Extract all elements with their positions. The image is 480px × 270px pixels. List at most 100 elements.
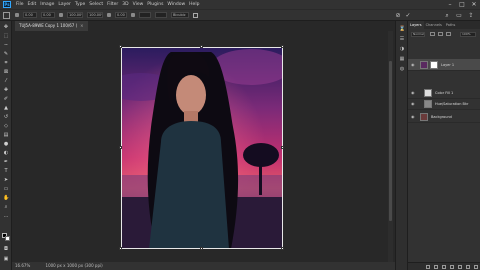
close-window-button[interactable]: ✕ xyxy=(468,0,480,9)
hand-tool-icon[interactable]: ✋ xyxy=(3,196,9,201)
pen-tool-icon[interactable]: ✒ xyxy=(3,160,9,165)
link-layers-icon[interactable] xyxy=(426,265,430,269)
rotation-field[interactable]: 0.00 xyxy=(115,12,127,18)
visibility-eye-icon[interactable]: ◉ xyxy=(411,63,416,67)
vertical-scrollbar[interactable] xyxy=(388,31,393,262)
transform-bounding-box[interactable] xyxy=(121,47,283,249)
v-skew-field[interactable] xyxy=(155,12,167,18)
blur-tool-icon[interactable]: ● xyxy=(3,142,9,147)
warp-toggle-icon[interactable] xyxy=(193,12,198,18)
filter-adjust-icon[interactable] xyxy=(438,32,443,36)
zoom-tool-icon[interactable]: ⌕ xyxy=(3,205,9,210)
tab-channels[interactable]: Channels xyxy=(424,21,444,29)
h-skew-field[interactable] xyxy=(139,12,151,18)
screen-mode-icon[interactable]: ▣ xyxy=(3,257,9,262)
transform-handle-l[interactable] xyxy=(119,146,122,149)
move-tool-icon[interactable] xyxy=(3,11,10,19)
canvas-workspace[interactable] xyxy=(12,31,395,262)
maximize-button[interactable]: □ xyxy=(456,0,468,9)
menu-window[interactable]: Window xyxy=(167,2,185,7)
filter-type-icon[interactable] xyxy=(446,32,451,36)
cancel-transform-icon[interactable]: ⊘ xyxy=(395,13,401,19)
layer-row[interactable]: ◉ Layer 1 xyxy=(408,59,480,71)
layer-name[interactable]: Hue/Saturation Bkr xyxy=(435,98,468,110)
color-panel-icon[interactable]: ◍ xyxy=(399,67,405,72)
transform-handle-br[interactable] xyxy=(281,247,284,250)
skew-icon[interactable] xyxy=(131,13,135,17)
stamp-tool-icon[interactable]: ▲ xyxy=(3,106,9,111)
menu-view[interactable]: View xyxy=(133,2,144,7)
eyedropper-tool-icon[interactable]: ⁄ xyxy=(3,79,9,84)
layer-style-icon[interactable] xyxy=(434,265,438,269)
marquee-tool-icon[interactable]: ⬚ xyxy=(3,34,9,39)
adjustments-panel-icon[interactable]: ◑ xyxy=(399,47,405,52)
menu-select[interactable]: Select xyxy=(89,2,103,7)
layer-name[interactable]: Background xyxy=(431,111,452,123)
menu-help[interactable]: Help xyxy=(189,2,199,7)
quick-select-tool-icon[interactable]: ✎ xyxy=(3,52,9,57)
transform-handle-tr[interactable] xyxy=(281,45,284,48)
brush-tool-icon[interactable]: ✐ xyxy=(3,97,9,102)
history-panel-icon[interactable]: ⌛ xyxy=(399,27,405,32)
commit-transform-icon[interactable]: ✓ xyxy=(405,13,411,19)
frame-tool-icon[interactable]: ⊠ xyxy=(3,70,9,75)
new-group-icon[interactable] xyxy=(458,265,462,269)
menu-filter[interactable]: Filter xyxy=(107,2,118,7)
x-position-field[interactable]: 0.00 xyxy=(23,12,37,18)
rotate-icon[interactable] xyxy=(107,13,111,17)
visibility-eye-icon[interactable]: ◉ xyxy=(411,115,416,119)
tab-layers[interactable]: Layers xyxy=(408,21,424,29)
lasso-tool-icon[interactable]: ∽ xyxy=(3,43,9,48)
delete-layer-icon[interactable] xyxy=(474,265,478,269)
tab-paths[interactable]: Paths xyxy=(444,21,458,29)
properties-panel-icon[interactable]: ☰ xyxy=(399,37,405,42)
layer-name[interactable]: Layer 1 xyxy=(441,59,454,71)
background-color-swatch[interactable] xyxy=(5,236,10,241)
type-tool-icon[interactable]: T xyxy=(3,169,9,174)
workspace-icon[interactable]: ▭ xyxy=(456,13,462,19)
reference-point-icon[interactable] xyxy=(15,13,19,17)
blend-mode-select[interactable]: Normal xyxy=(411,32,425,37)
document-tab[interactable]: TUJ5A-89WE Copy 1 100/67 (× xyxy=(15,21,88,31)
new-layer-icon[interactable] xyxy=(466,265,470,269)
transform-handle-bl[interactable] xyxy=(119,247,122,250)
move-tool-icon[interactable]: ✥ xyxy=(3,25,9,30)
menu-image[interactable]: Image xyxy=(40,2,54,7)
menu-file[interactable]: File xyxy=(16,2,24,7)
link-icon[interactable] xyxy=(59,13,63,17)
dodge-tool-icon[interactable]: ◐ xyxy=(3,151,9,156)
path-select-tool-icon[interactable]: ➤ xyxy=(3,178,9,183)
zoom-level[interactable]: 16.67% xyxy=(15,263,30,268)
crop-tool-icon[interactable]: ⌗ xyxy=(3,61,9,66)
height-field[interactable]: 100.00% xyxy=(87,12,103,18)
share-icon[interactable]: ⇪ xyxy=(468,13,474,19)
menu-layer[interactable]: Layer xyxy=(58,2,71,7)
vertical-scroll-thumb[interactable] xyxy=(389,61,392,221)
visibility-eye-icon[interactable]: ◉ xyxy=(411,91,416,95)
quick-mask-icon[interactable]: ◘ xyxy=(3,247,9,252)
filter-pixel-icon[interactable] xyxy=(430,32,435,36)
layer-row[interactable]: ◉ Hue/Saturation Bkr xyxy=(408,98,480,110)
layer-row[interactable]: ◉ Background xyxy=(408,111,480,123)
transform-handle-tl[interactable] xyxy=(119,45,122,48)
menu-edit[interactable]: Edit xyxy=(28,2,37,7)
more-tools-icon[interactable]: … xyxy=(3,214,9,219)
rectangle-tool-icon[interactable]: ▭ xyxy=(3,187,9,192)
history-brush-icon[interactable]: ↺ xyxy=(3,115,9,120)
healing-tool-icon[interactable]: ✚ xyxy=(3,88,9,93)
search-icon[interactable]: ⌕ xyxy=(444,13,450,19)
interpolation-select[interactable]: Bicubic xyxy=(171,12,189,18)
visibility-eye-icon[interactable]: ◉ xyxy=(411,102,416,106)
menu-plugins[interactable]: Plugins xyxy=(147,2,163,7)
y-position-field[interactable]: 0.00 xyxy=(41,12,55,18)
width-field[interactable]: 100.00% xyxy=(67,12,83,18)
add-mask-icon[interactable] xyxy=(442,265,446,269)
close-tab-icon[interactable]: × xyxy=(80,23,83,28)
new-adjustment-icon[interactable] xyxy=(450,265,454,269)
layer-mask-thumbnail[interactable] xyxy=(430,61,438,69)
transform-handle-t[interactable] xyxy=(200,45,203,48)
menu-type[interactable]: Type xyxy=(75,2,85,7)
transform-handle-r[interactable] xyxy=(281,146,284,149)
minimize-button[interactable]: – xyxy=(444,0,456,9)
transform-handle-b[interactable] xyxy=(200,247,203,250)
